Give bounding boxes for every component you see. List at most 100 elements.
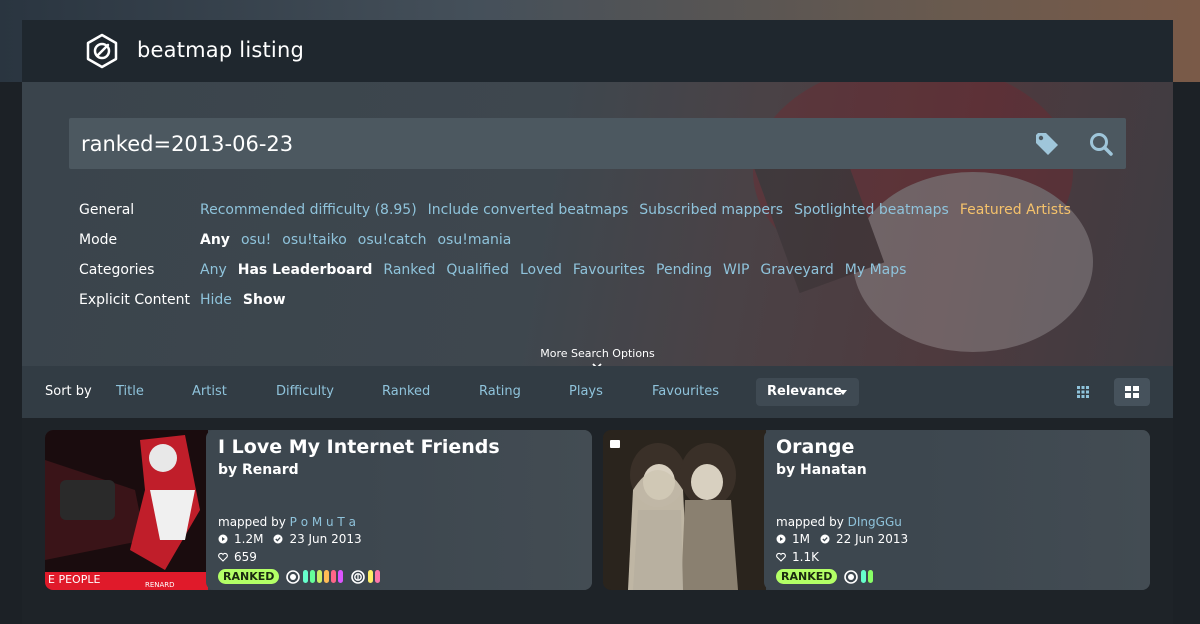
sort-difficulty[interactable]: Difficulty (276, 384, 334, 399)
tag-icon[interactable] (1034, 131, 1060, 157)
caret-down-icon (839, 390, 847, 395)
filter-mode: Mode Any osu! osu!taiko osu!catch osu!ma… (79, 229, 522, 251)
filter-recommended-difficulty[interactable]: Recommended difficulty (8.95) (200, 202, 417, 218)
mode-catch[interactable]: osu!catch (358, 232, 427, 248)
explicit-show[interactable]: Show (243, 292, 286, 308)
difficulty-pill[interactable] (375, 570, 380, 583)
difficulty-list (844, 569, 875, 584)
beatmap-mapper: mapped by DIngGGu (776, 515, 902, 529)
osu-mode-icon (844, 569, 858, 584)
ranked-date: 23 Jun 2013 (289, 532, 362, 546)
category-ranked[interactable]: Ranked (383, 262, 435, 278)
play-count: 1.2M (234, 532, 264, 546)
sort-relevance-label: Relevance (767, 384, 843, 399)
difficulty-pill[interactable] (310, 570, 315, 583)
filter-include-converted[interactable]: Include converted beatmaps (428, 202, 629, 218)
mapper-link[interactable]: P o M u T a (290, 515, 356, 529)
beatmap-artist: by Hanatan (776, 462, 867, 478)
beatmap-artist: by Renard (218, 462, 299, 478)
card-view-icon (1125, 386, 1139, 398)
filter-categories: Categories Any Has Leaderboard Ranked Qu… (79, 259, 917, 281)
mapped-by-label: mapped by (218, 515, 286, 529)
card-body: I Love My Internet Friends by Renard map… (206, 430, 592, 590)
search-icon[interactable] (1088, 131, 1114, 157)
mapper-link[interactable]: DIngGGu (848, 515, 902, 529)
thumbnail-text: E PEOPLE (48, 573, 100, 586)
sort-favourites[interactable]: Favourites (652, 384, 719, 399)
sort-plays[interactable]: Plays (569, 384, 603, 399)
mode-mania[interactable]: osu!mania (437, 232, 511, 248)
category-any[interactable]: Any (200, 262, 227, 278)
play-count-icon (218, 534, 228, 544)
favourite-count: 1.1K (792, 550, 819, 564)
taiko-mode-icon (351, 569, 365, 584)
beatmap-stats-row: 1M 22 Jun 2013 (776, 532, 908, 546)
beatmap-mapper: mapped by P o M u T a (218, 515, 356, 529)
difficulty-pill[interactable] (331, 570, 336, 583)
category-loved[interactable]: Loved (520, 262, 562, 278)
category-has-leaderboard[interactable]: Has Leaderboard (238, 262, 373, 278)
category-favourites[interactable]: Favourites (573, 262, 645, 278)
page-title: beatmap listing (137, 38, 305, 62)
difficulty-pill[interactable] (324, 570, 329, 583)
sort-label: Sort by (45, 384, 92, 399)
sort-rating[interactable]: Rating (479, 384, 521, 399)
heart-icon (776, 552, 786, 562)
filter-explicit-content: Explicit Content Hide Show (79, 289, 297, 311)
favourite-count: 659 (234, 550, 257, 564)
beatmap-card[interactable]: Orange by Hanatan mapped by DIngGGu 1M 2… (603, 430, 1150, 590)
difficulty-pill[interactable] (303, 570, 308, 583)
thumbnail-subtext: RENARD (145, 581, 175, 589)
mode-osu[interactable]: osu! (241, 232, 271, 248)
filter-featured-artists[interactable]: Featured Artists (960, 202, 1071, 218)
beatmap-title[interactable]: Orange (776, 436, 854, 458)
favourites-row: 659 (218, 550, 257, 564)
difficulty-pill[interactable] (868, 570, 873, 583)
sort-bar: Sort by Title Artist Difficulty Ranked R… (22, 366, 1173, 418)
beatmap-stats-row: 1.2M 23 Jun 2013 (218, 532, 362, 546)
grid-icon (1077, 386, 1089, 398)
mode-taiko[interactable]: osu!taiko (282, 232, 346, 248)
beatmap-title[interactable]: I Love My Internet Friends (218, 436, 500, 458)
beatmap-thumbnail[interactable]: E PEOPLE RENARD (45, 430, 208, 590)
filter-label-categories: Categories (79, 262, 155, 278)
sort-ranked[interactable]: Ranked (382, 384, 430, 399)
filter-label-mode: Mode (79, 232, 118, 248)
category-qualified[interactable]: Qualified (446, 262, 509, 278)
beatmap-logo-icon (86, 33, 118, 69)
card-body: Orange by Hanatan mapped by DIngGGu 1M 2… (764, 430, 1150, 590)
search-box (69, 118, 1126, 169)
category-wip[interactable]: WIP (723, 262, 749, 278)
sort-artist[interactable]: Artist (192, 384, 227, 399)
mode-any[interactable]: Any (200, 232, 230, 248)
ranked-date-icon (820, 534, 830, 544)
search-input[interactable] (81, 128, 981, 160)
play-count-icon (776, 534, 786, 544)
category-pending[interactable]: Pending (656, 262, 712, 278)
sort-relevance-button[interactable]: Relevance (756, 378, 859, 406)
filter-spotlighted-beatmaps[interactable]: Spotlighted beatmaps (794, 202, 949, 218)
difficulty-pill[interactable] (317, 570, 322, 583)
category-my-maps[interactable]: My Maps (845, 262, 907, 278)
filter-general: General Recommended difficulty (8.95) In… (79, 199, 1082, 221)
status-badge: RANKED (776, 569, 838, 584)
beatmap-card[interactable]: E PEOPLE RENARD I Love My Internet Frien… (45, 430, 592, 590)
grid-view-button[interactable] (1065, 378, 1101, 406)
card-view-button[interactable] (1114, 378, 1150, 406)
image-icon (610, 440, 620, 448)
difficulty-pill[interactable] (861, 570, 866, 583)
more-search-options[interactable]: More Search Options (22, 347, 1173, 360)
beatmap-results: E PEOPLE RENARD I Love My Internet Frien… (22, 418, 1173, 624)
difficulty-pill[interactable] (338, 570, 343, 583)
beatmap-thumbnail[interactable] (603, 430, 766, 590)
sort-title[interactable]: Title (116, 384, 144, 399)
favourites-row: 1.1K (776, 550, 819, 564)
difficulty-pill[interactable] (368, 570, 373, 583)
mapped-by-label: mapped by (776, 515, 844, 529)
status-badge: RANKED (218, 569, 280, 584)
explicit-hide[interactable]: Hide (200, 292, 232, 308)
search-panel: General Recommended difficulty (8.95) In… (22, 82, 1173, 366)
filter-subscribed-mappers[interactable]: Subscribed mappers (639, 202, 783, 218)
heart-icon (218, 552, 228, 562)
category-graveyard[interactable]: Graveyard (760, 262, 833, 278)
